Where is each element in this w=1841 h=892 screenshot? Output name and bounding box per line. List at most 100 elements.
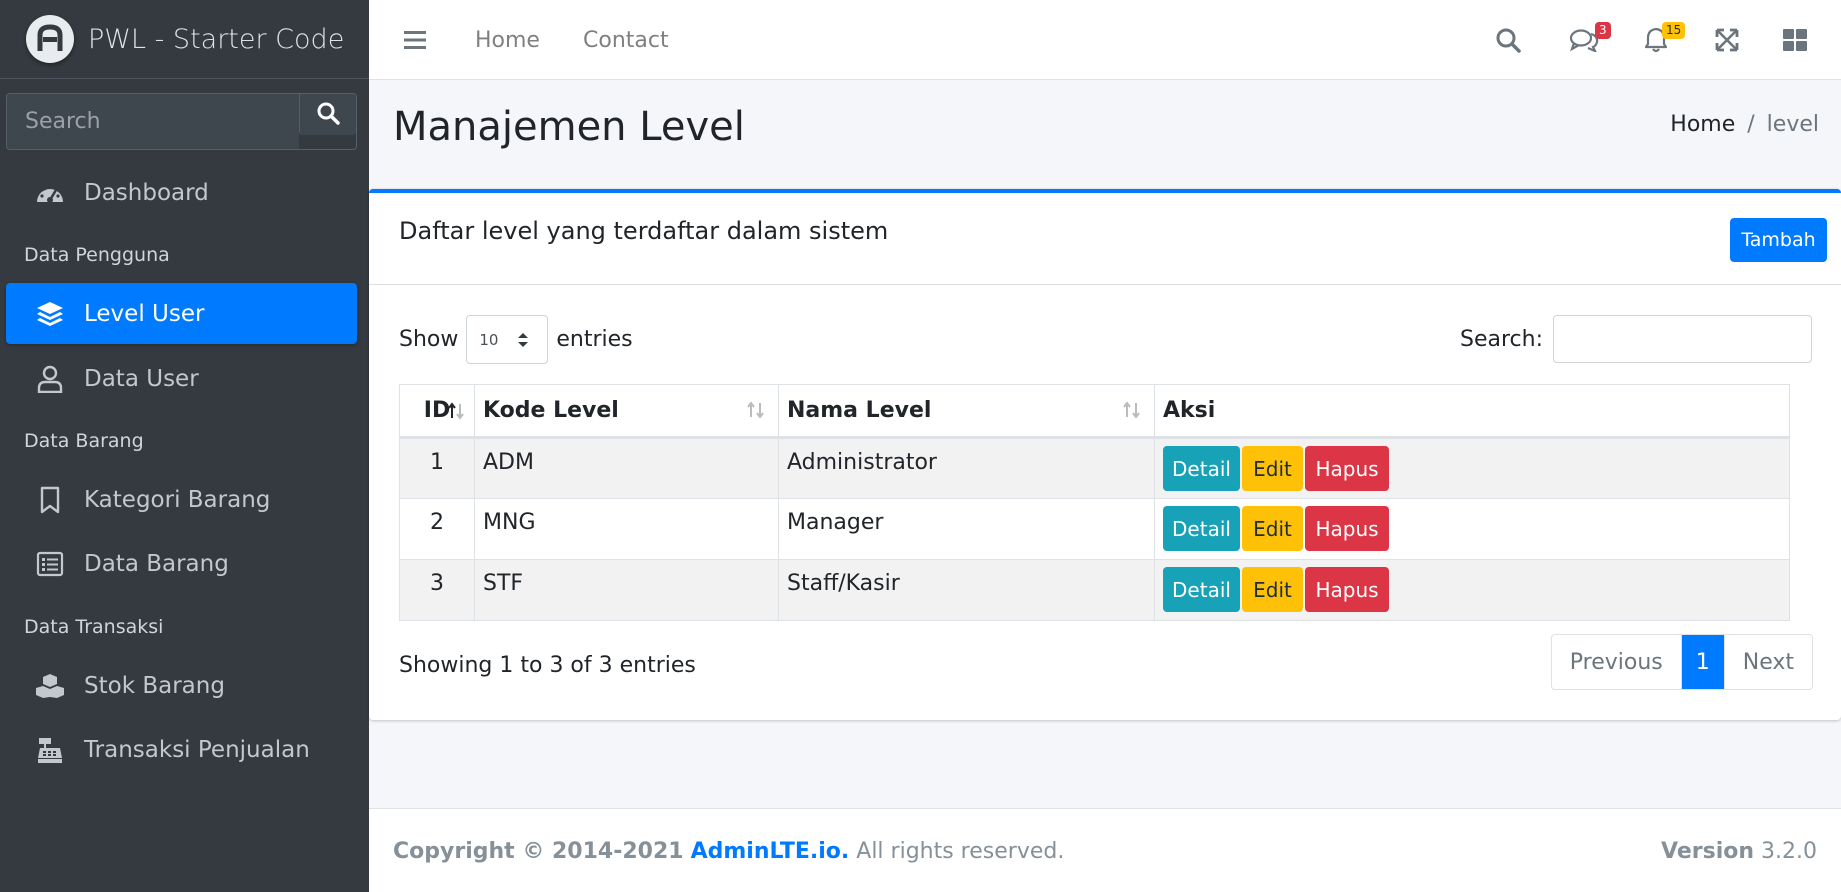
add-level-button[interactable]: Tambah bbox=[1730, 218, 1827, 262]
search-icon bbox=[317, 102, 340, 125]
tachometer-icon bbox=[34, 177, 66, 209]
nav-link-contact[interactable]: Contact bbox=[583, 0, 669, 80]
sidebar-item-kategori-barang[interactable]: Kategori Barang bbox=[6, 469, 357, 530]
breadcrumb-separator: / bbox=[1747, 112, 1755, 137]
table-row: 2 MNG Manager Detail Edit Hapus bbox=[399, 498, 1790, 560]
table-search: Search: bbox=[1460, 315, 1812, 363]
brand-link[interactable]: PWL - Starter Code bbox=[0, 0, 369, 79]
search-label: Search: bbox=[1460, 326, 1543, 352]
list-alt-icon bbox=[34, 548, 66, 580]
cubes-icon bbox=[34, 670, 66, 702]
brand-text: PWL - Starter Code bbox=[88, 23, 345, 55]
sidebar-item-data-barang[interactable]: Data Barang bbox=[6, 533, 357, 594]
cell-nama: Staff/Kasir bbox=[778, 559, 1155, 621]
sidebar-item-data-user[interactable]: Data User bbox=[6, 348, 357, 409]
pagination-next[interactable]: Next bbox=[1725, 635, 1812, 689]
column-header-aksi: Aksi bbox=[1154, 384, 1790, 439]
cell-kode: STF bbox=[474, 559, 779, 621]
cell-aksi: Detail Edit Hapus bbox=[1154, 437, 1790, 499]
footer-copyright: Copyright © 2014-2021 AdminLTE.io. All r… bbox=[393, 839, 1064, 864]
breadcrumb-home[interactable]: Home bbox=[1670, 112, 1735, 137]
messages-dropdown[interactable]: 3 bbox=[1569, 0, 1611, 80]
adminlte-link[interactable]: AdminLTE.io. bbox=[691, 839, 850, 864]
bookmark-icon bbox=[34, 484, 66, 516]
th-large-icon bbox=[1783, 29, 1807, 51]
hamburger-icon bbox=[404, 31, 426, 49]
cell-id: 3 bbox=[399, 559, 475, 621]
edit-button[interactable]: Edit bbox=[1242, 506, 1303, 551]
edit-button[interactable]: Edit bbox=[1242, 446, 1303, 491]
cell-id: 2 bbox=[399, 498, 475, 560]
delete-button[interactable]: Hapus bbox=[1305, 567, 1389, 612]
nav-header-pengguna: Data Pengguna bbox=[24, 244, 170, 266]
column-header-label: ID bbox=[423, 398, 451, 423]
expand-arrows-icon bbox=[1715, 28, 1739, 52]
column-header-label: Kode Level bbox=[483, 398, 619, 423]
cell-kode: ADM bbox=[474, 437, 779, 499]
detail-button[interactable]: Detail bbox=[1163, 446, 1240, 491]
sidebar-search-input[interactable] bbox=[7, 94, 299, 149]
sidebar-search-button[interactable] bbox=[299, 94, 356, 135]
search-icon bbox=[1496, 28, 1521, 53]
column-header-nama[interactable]: Nama Level bbox=[778, 384, 1155, 439]
detail-button[interactable]: Detail bbox=[1163, 567, 1240, 612]
brand-logo-icon bbox=[26, 15, 74, 63]
breadcrumb-current: level bbox=[1766, 112, 1819, 137]
main-footer: Copyright © 2014-2021 AdminLTE.io. All r… bbox=[369, 808, 1841, 892]
page-title: Manajemen Level bbox=[393, 104, 745, 150]
level-card: Daftar level yang terdaftar dalam sistem… bbox=[369, 189, 1841, 720]
column-header-label: Aksi bbox=[1163, 398, 1216, 423]
fullscreen-button[interactable] bbox=[1715, 0, 1739, 80]
sidebar-item-level-user[interactable]: Level User bbox=[6, 283, 357, 344]
sort-icon bbox=[747, 401, 764, 419]
sort-arrows-icon bbox=[518, 333, 529, 347]
breadcrumb: Home / level bbox=[1670, 112, 1819, 137]
sidebar-item-label: Kategori Barang bbox=[84, 486, 271, 513]
column-header-kode[interactable]: Kode Level bbox=[474, 384, 779, 439]
column-header-label: Nama Level bbox=[787, 398, 932, 423]
control-sidebar-button[interactable] bbox=[1783, 0, 1807, 80]
nav-link-home[interactable]: Home bbox=[475, 0, 540, 80]
sidebar-item-label: Data User bbox=[84, 365, 199, 392]
cell-aksi: Detail Edit Hapus bbox=[1154, 559, 1790, 621]
delete-button[interactable]: Hapus bbox=[1305, 446, 1389, 491]
table-info: Showing 1 to 3 of 3 entries bbox=[399, 653, 696, 678]
cell-id: 1 bbox=[399, 437, 475, 499]
pagination: Previous 1 Next bbox=[1550, 634, 1813, 690]
show-label: Show bbox=[399, 327, 459, 352]
user-icon bbox=[34, 363, 66, 395]
sidebar-toggle-button[interactable] bbox=[404, 0, 426, 80]
copyright-text: Copyright © 2014-2021 bbox=[393, 839, 684, 864]
sidebar-item-transaksi-penjualan[interactable]: Transaksi Penjualan bbox=[6, 719, 357, 780]
cell-aksi: Detail Edit Hapus bbox=[1154, 498, 1790, 560]
notifications-dropdown[interactable]: 15 bbox=[1644, 0, 1686, 80]
sidebar-item-label: Level User bbox=[84, 300, 205, 327]
table-search-input[interactable] bbox=[1553, 315, 1812, 363]
sidebar-item-stok-barang[interactable]: Stok Barang bbox=[6, 655, 357, 716]
detail-button[interactable]: Detail bbox=[1163, 506, 1240, 551]
top-navbar: Home Contact 3 15 bbox=[369, 0, 1841, 80]
page-length-value: 10 bbox=[479, 330, 499, 349]
sidebar-item-dashboard[interactable]: Dashboard bbox=[6, 162, 357, 223]
pagination-previous[interactable]: Previous bbox=[1552, 635, 1681, 689]
footer-version: Version 3.2.0 bbox=[1661, 839, 1817, 864]
nav-header-barang: Data Barang bbox=[24, 430, 144, 452]
sidebar-item-label: Transaksi Penjualan bbox=[84, 736, 310, 763]
level-table: ID Kode Level Nama Level Aksi 1 ADM Admi… bbox=[399, 384, 1790, 621]
navbar-search-button[interactable] bbox=[1495, 0, 1521, 80]
sidebar-item-label: Dashboard bbox=[84, 179, 209, 206]
page-length-select[interactable]: 10 bbox=[466, 315, 549, 364]
nav-header-transaksi: Data Transaksi bbox=[24, 616, 164, 638]
cash-register-icon bbox=[34, 734, 66, 766]
entries-label: entries bbox=[556, 327, 633, 352]
cell-nama: Administrator bbox=[778, 437, 1155, 499]
main-sidebar: PWL - Starter Code Dashboard Data Penggu… bbox=[0, 0, 369, 892]
sidebar-search bbox=[6, 93, 357, 150]
delete-button[interactable]: Hapus bbox=[1305, 506, 1389, 551]
column-header-id[interactable]: ID bbox=[399, 384, 475, 439]
sidebar-item-label: Stok Barang bbox=[84, 672, 225, 699]
edit-button[interactable]: Edit bbox=[1242, 567, 1303, 612]
pagination-page[interactable]: 1 bbox=[1680, 635, 1725, 689]
messages-badge: 3 bbox=[1595, 22, 1611, 39]
sidebar-item-label: Data Barang bbox=[84, 550, 229, 577]
